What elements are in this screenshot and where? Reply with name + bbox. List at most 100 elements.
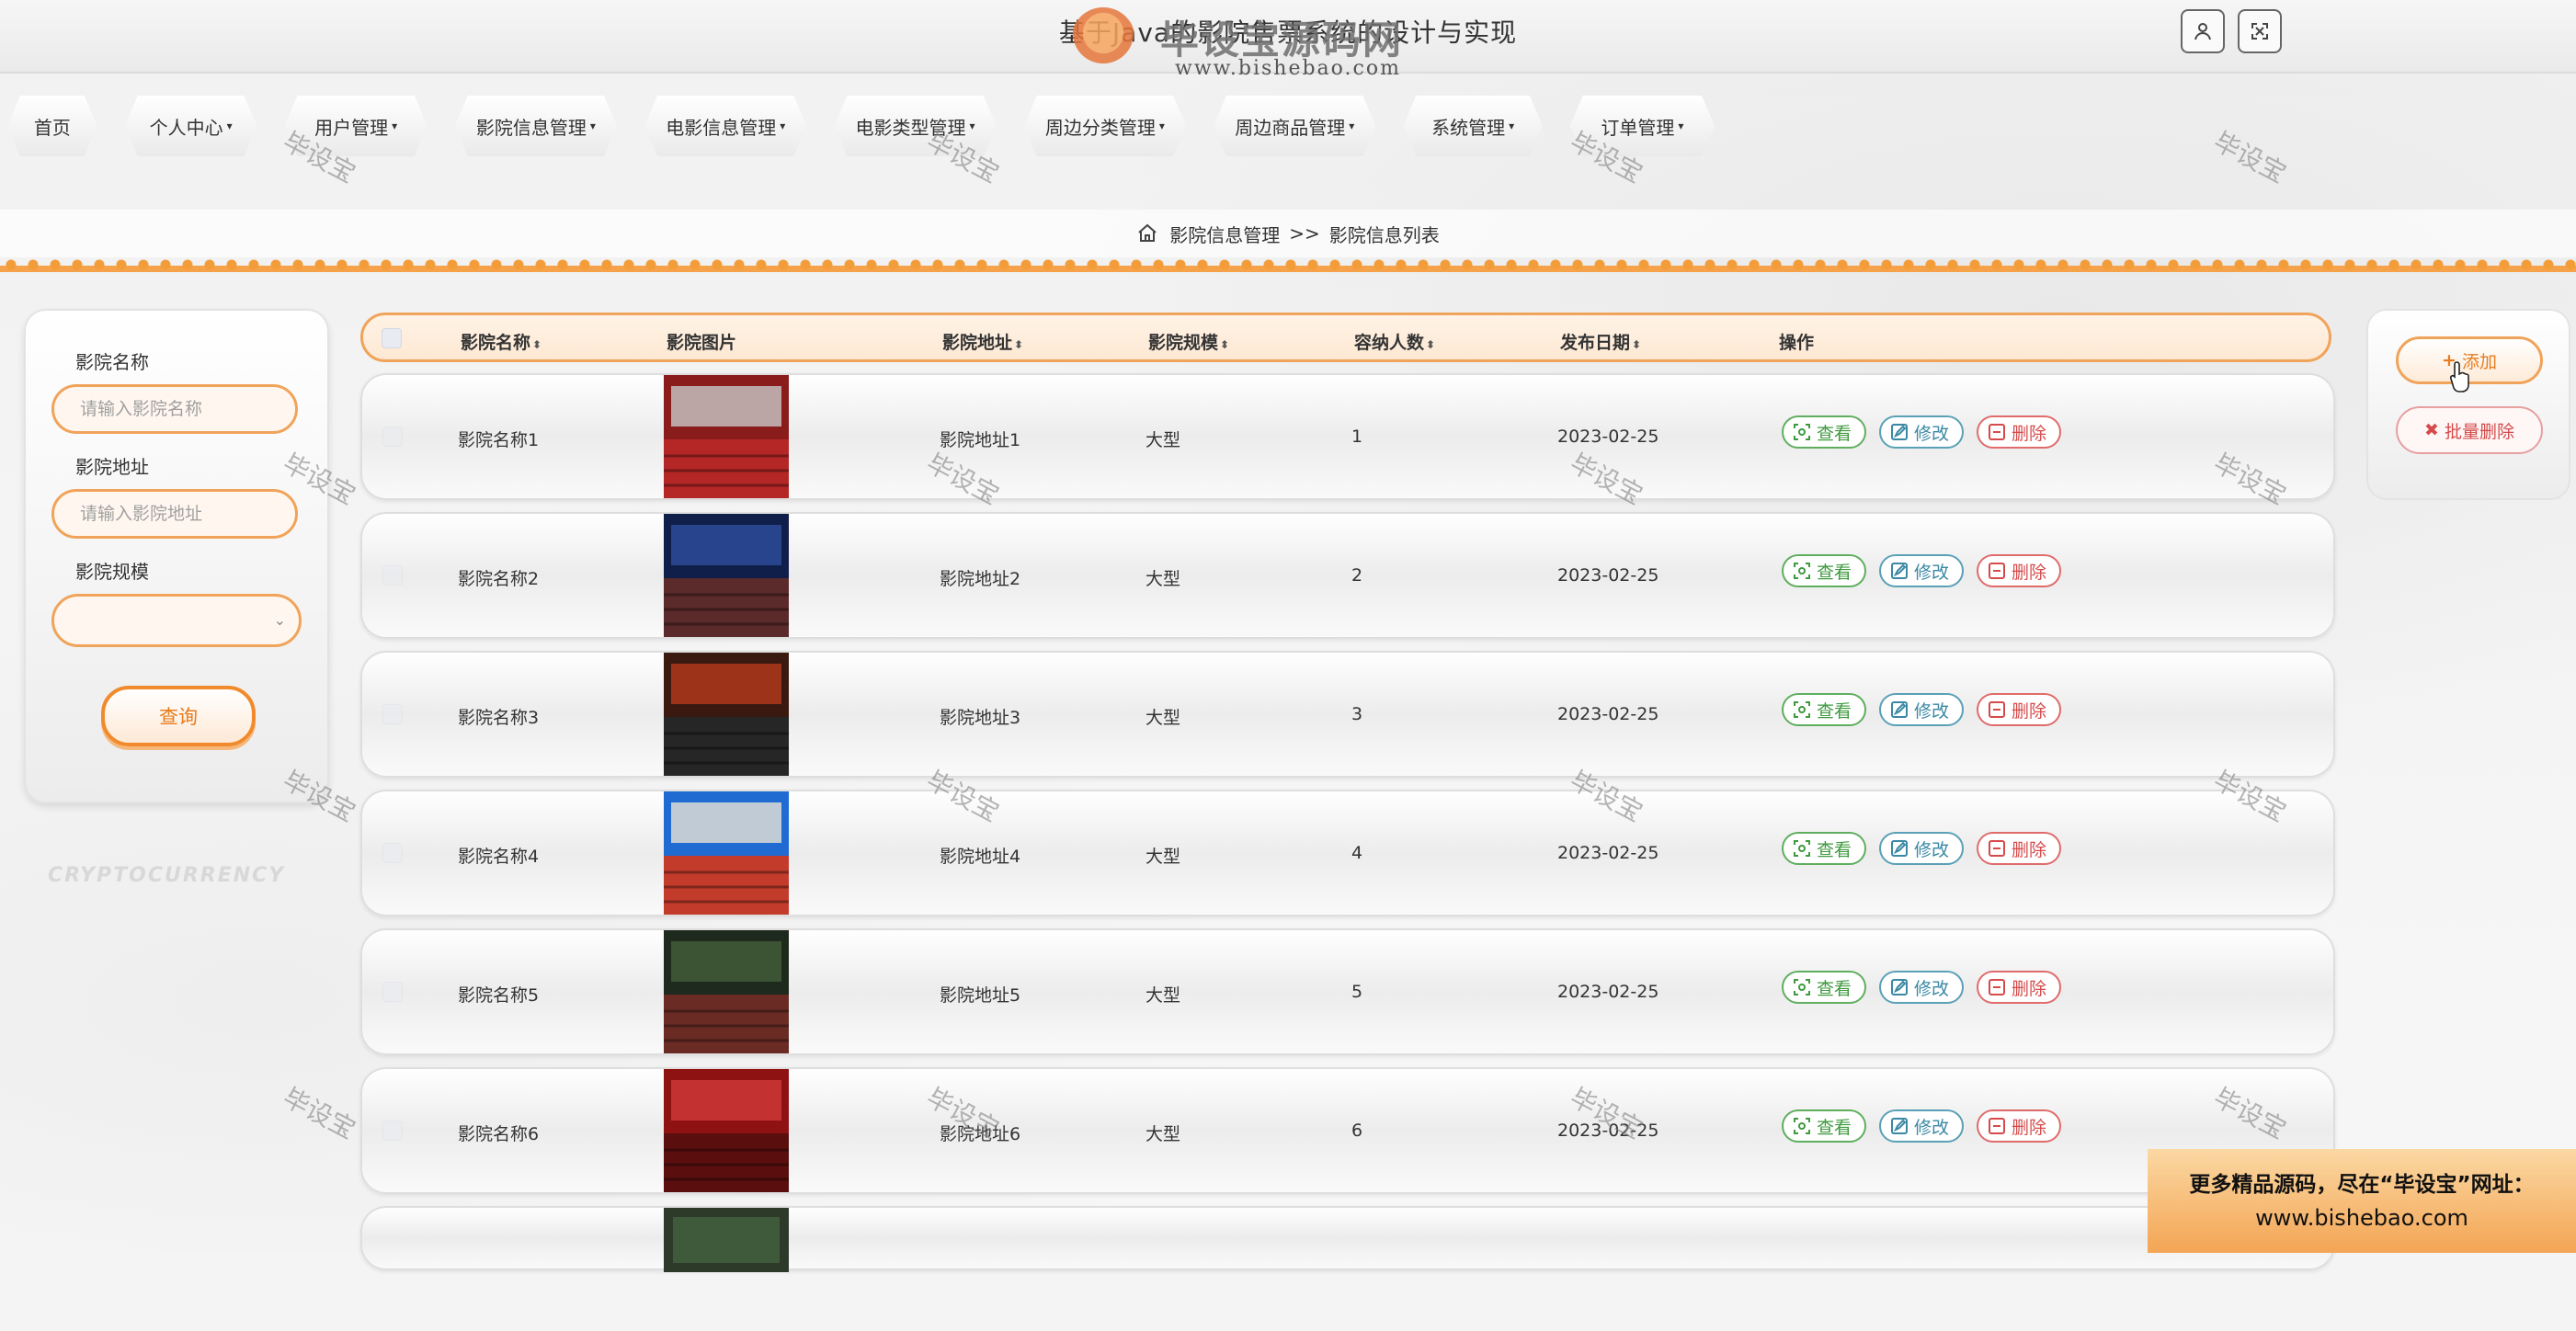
edit-button[interactable]: 修改 <box>1879 832 1965 865</box>
nav-item-label: 电影信息管理 <box>666 116 777 139</box>
cell-publish-date: 2023-02-25 <box>1557 982 1659 1002</box>
nav-item-peripheral-goods[interactable]: 周边商品管理 ▾ <box>1214 96 1375 156</box>
cinema-thumbnail[interactable] <box>664 791 789 915</box>
cell-cinema-scale: 大型 <box>1146 708 1181 728</box>
edit-icon <box>1891 563 1909 579</box>
delete-icon <box>1989 563 2006 579</box>
row-checkbox[interactable] <box>382 982 403 1002</box>
edit-icon <box>1891 840 1909 857</box>
cinema-address-input[interactable] <box>51 489 298 539</box>
nav-item-cinema-info[interactable]: 影院信息管理 ▾ <box>455 96 617 156</box>
breadcrumb-current: 影院信息列表 <box>1328 223 1440 246</box>
table-row: 影院名称3 影院地址3 大型 3 2023-02-25 查看 修改 删除 <box>360 651 2335 778</box>
nav-item-users[interactable]: 用户管理 ▾ <box>285 96 427 156</box>
cell-cinema-name: 影院名称3 <box>458 708 540 728</box>
nav-item-system[interactable]: 系统管理 ▾ <box>1403 96 1542 156</box>
nav-item-personal[interactable]: 个人中心 ▾ <box>125 96 257 156</box>
view-button[interactable]: 查看 <box>1782 554 1867 587</box>
column-header-capacity[interactable]: 容纳人数 ⬍ <box>1354 329 1435 354</box>
cinema-image <box>664 653 789 776</box>
promo-banner: 更多精品源码，尽在“毕设宝”网址： www.bishebao.com <box>2148 1149 2576 1253</box>
view-label: 查看 <box>1817 562 1852 583</box>
delete-button[interactable]: 删除 <box>1977 1109 2062 1143</box>
column-header-image: 影院图片 <box>667 329 736 354</box>
cinema-thumbnail[interactable] <box>664 514 789 637</box>
cell-cinema-address: 影院地址1 <box>940 430 1021 450</box>
cell-capacity: 1 <box>1351 427 1363 447</box>
nav-item-home[interactable]: 首页 <box>7 96 97 156</box>
delete-button[interactable]: 删除 <box>1977 971 2062 1004</box>
cell-publish-date: 2023-02-25 <box>1557 565 1659 586</box>
column-label: 操作 <box>1779 333 1815 353</box>
fullscreen-button[interactable] <box>2238 9 2282 53</box>
chevron-down-icon: ⌄ <box>273 611 286 629</box>
delete-button[interactable]: 删除 <box>1977 693 2062 726</box>
cinema-scale-select[interactable]: ⌄ <box>51 594 302 647</box>
view-button[interactable]: 查看 <box>1782 832 1867 865</box>
nav-item-movie-type[interactable]: 电影类型管理 ▾ <box>834 96 996 156</box>
delete-button[interactable]: 删除 <box>1977 415 2062 449</box>
column-header-address[interactable]: 影院地址 ⬍ <box>942 329 1023 354</box>
cinema-image <box>664 930 789 1053</box>
nav-item-movie-info[interactable]: 电影信息管理 ▾ <box>644 96 806 156</box>
user-center-button[interactable] <box>2181 9 2225 53</box>
breadcrumb-separator: >> <box>1289 222 1320 245</box>
row-checkbox[interactable] <box>382 704 403 724</box>
view-icon <box>1794 701 1810 718</box>
cell-publish-date: 2023-02-25 <box>1557 427 1659 447</box>
nav-item-label: 个人中心 <box>149 116 223 139</box>
row-checkbox[interactable] <box>382 565 403 586</box>
cinema-name-input[interactable] <box>51 384 298 434</box>
column-header-name[interactable]: 影院名称 ⬍ <box>461 329 541 354</box>
delete-button[interactable]: 删除 <box>1977 832 2062 865</box>
column-header-scale[interactable]: 影院规模 ⬍ <box>1148 329 1229 354</box>
column-label: 发布日期 <box>1560 333 1631 353</box>
delete-label: 删除 <box>2012 839 2047 860</box>
cell-capacity: 4 <box>1351 843 1363 863</box>
main-nav: 首页 个人中心 ▾ 用户管理 ▾ 影院信息管理 ▾ 电影信息管理 ▾ 电影类型管理 ▾ 周… <box>0 92 1742 160</box>
edit-button[interactable]: 修改 <box>1879 415 1965 449</box>
row-actions: 查看 修改 删除 <box>1782 1109 2074 1143</box>
edit-button[interactable]: 修改 <box>1879 971 1965 1004</box>
breadcrumb-parent[interactable]: 影院信息管理 <box>1169 221 1280 247</box>
caret-down-icon: ▾ <box>780 119 786 132</box>
cinema-thumbnail[interactable] <box>664 375 789 498</box>
nav-item-label: 用户管理 <box>314 116 389 139</box>
cinema-thumbnail <box>664 1208 789 1331</box>
query-button[interactable]: 查询 <box>101 686 256 746</box>
breadcrumb: 影院信息管理 >> 影院信息列表 <box>0 210 2576 257</box>
cinema-image <box>664 1208 789 1272</box>
promo-url: www.bishebao.com <box>2255 1204 2468 1231</box>
row-checkbox[interactable] <box>382 843 403 863</box>
row-checkbox[interactable] <box>382 1121 403 1141</box>
batch-delete-button[interactable]: ✖ 批量删除 <box>2396 406 2543 454</box>
view-button[interactable]: 查看 <box>1782 415 1867 449</box>
view-button[interactable]: 查看 <box>1782 1109 1867 1143</box>
column-label: 影院地址 <box>942 333 1013 353</box>
batch-delete-label: 批量删除 <box>2444 421 2514 442</box>
column-header-date[interactable]: 发布日期 ⬍ <box>1560 329 1641 354</box>
delete-label: 删除 <box>2012 562 2047 583</box>
caret-down-icon: ▾ <box>1678 119 1684 132</box>
edit-button[interactable]: 修改 <box>1879 554 1965 587</box>
view-button[interactable]: 查看 <box>1782 971 1867 1004</box>
cinema-thumbnail[interactable] <box>664 930 789 1053</box>
column-label: 容纳人数 <box>1354 333 1425 353</box>
edit-button[interactable]: 修改 <box>1879 693 1965 726</box>
nav-item-peripheral-category[interactable]: 周边分类管理 ▾ <box>1024 96 1186 156</box>
cinema-thumbnail[interactable] <box>664 1069 789 1192</box>
nav-item-orders[interactable]: 订单管理 ▾ <box>1570 96 1715 156</box>
view-button[interactable]: 查看 <box>1782 693 1867 726</box>
row-checkbox[interactable] <box>382 427 403 447</box>
view-icon <box>1794 563 1810 579</box>
cinema-thumbnail[interactable] <box>664 653 789 776</box>
view-icon <box>1794 840 1810 857</box>
view-label: 查看 <box>1817 423 1852 444</box>
edit-icon <box>1891 1118 1909 1134</box>
select-all-checkbox[interactable] <box>382 328 402 348</box>
column-header-actions: 操作 <box>1779 329 1814 354</box>
edit-button[interactable]: 修改 <box>1879 1109 1965 1143</box>
nav-item-label: 电影类型管理 <box>855 116 966 139</box>
delete-icon <box>1989 1118 2006 1134</box>
delete-button[interactable]: 删除 <box>1977 554 2062 587</box>
